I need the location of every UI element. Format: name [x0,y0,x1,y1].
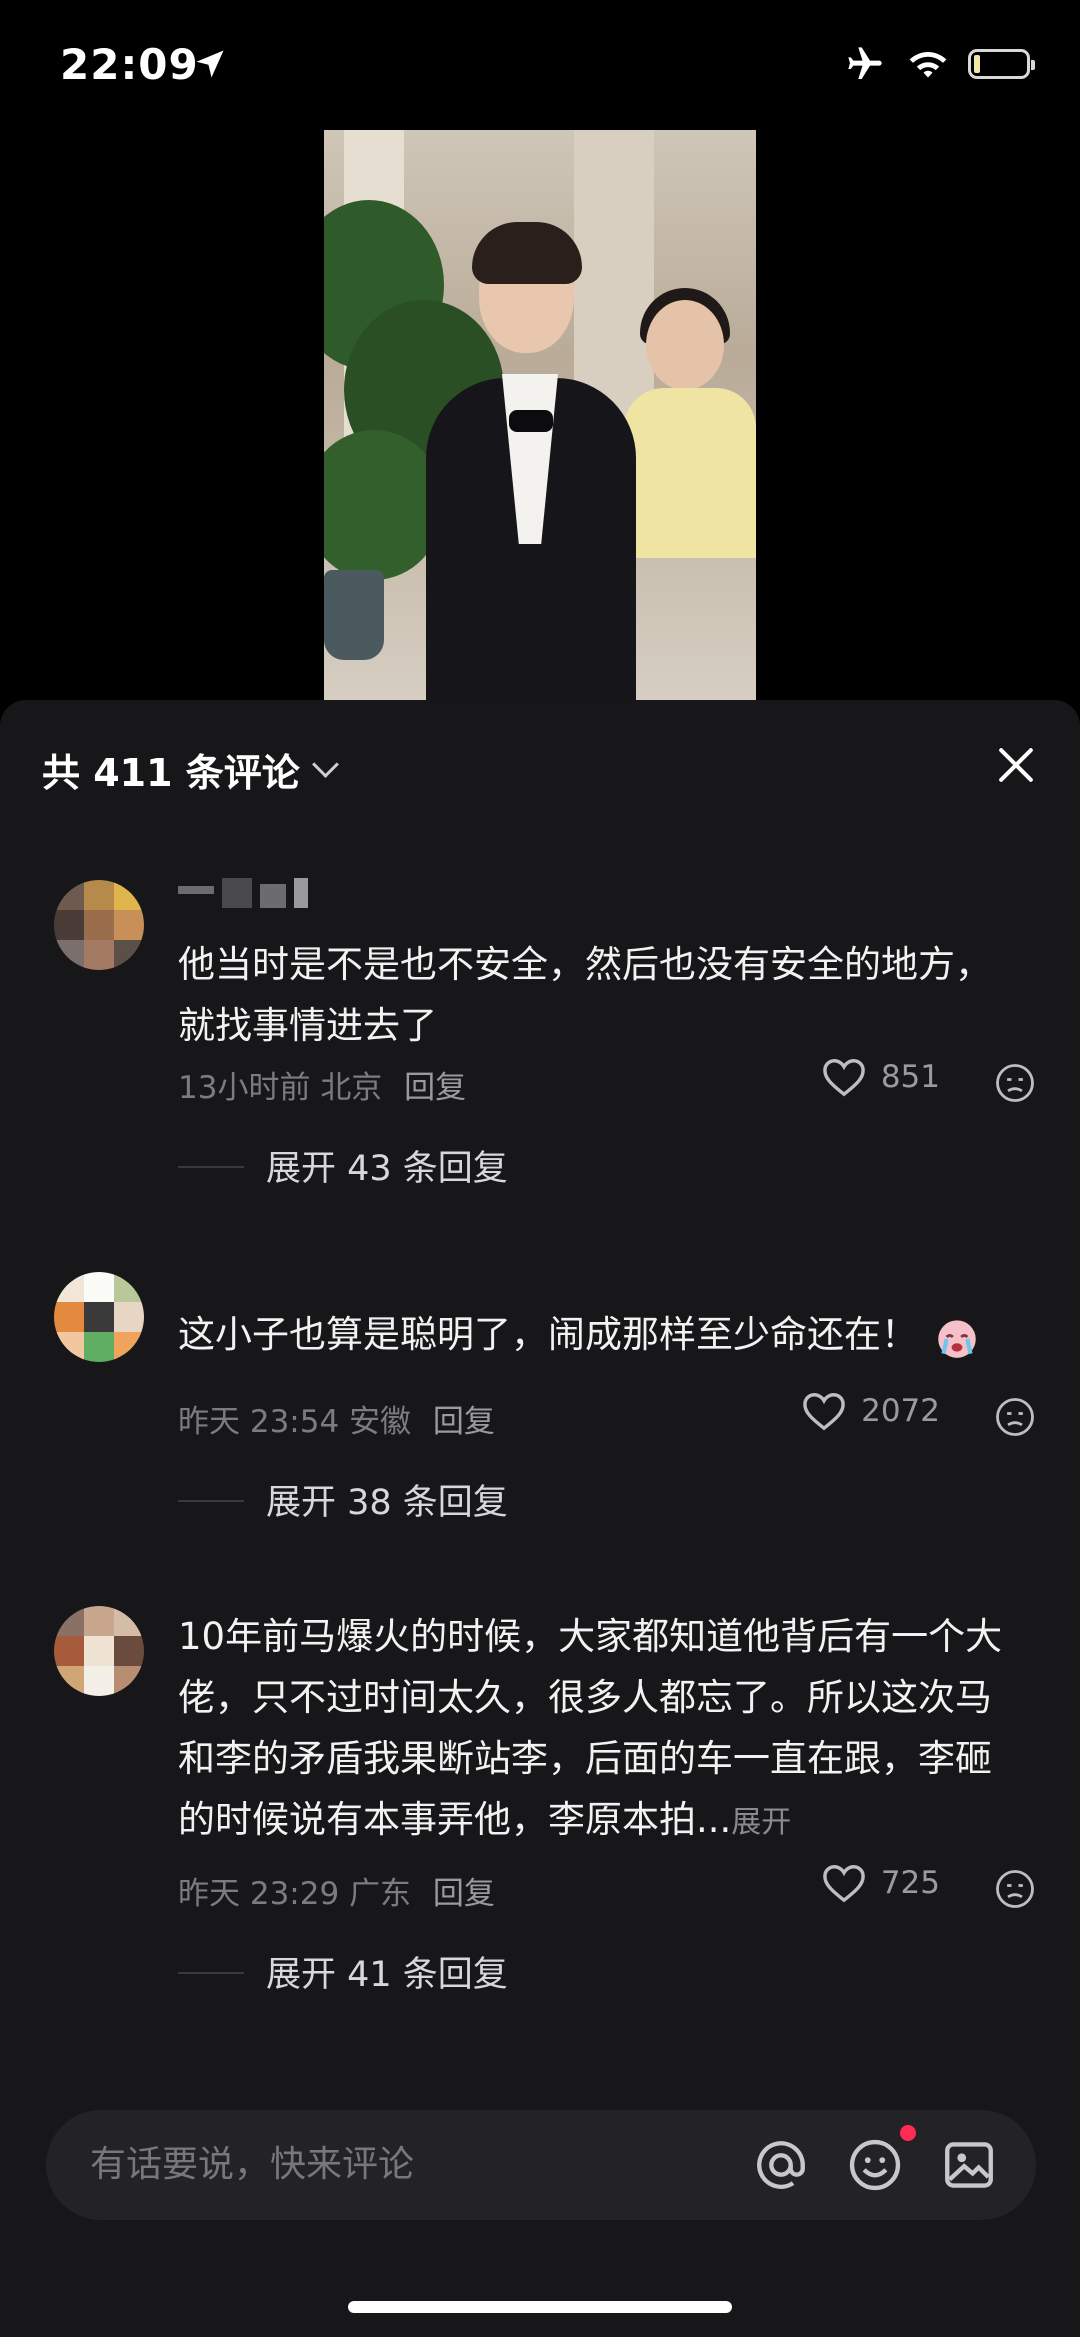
comment-text-content: 10年前马爆火的时候，大家都知道他背后有一个大佬，只不过时间太久，很多人都忘了。… [178,1615,1003,1841]
avatar[interactable] [54,1606,144,1696]
battery-icon [968,49,1035,79]
expand-divider [178,1972,244,1974]
video-player[interactable] [324,130,756,700]
reply-button[interactable]: 回复 [433,1876,495,1912]
image-icon[interactable] [940,2136,998,2194]
dislike-face-icon[interactable] [994,1062,1036,1104]
wifi-icon [909,52,947,78]
expand-replies-button[interactable]: 展开 38 条回复 [266,1474,508,1525]
airplane-icon [848,47,882,79]
comment-meta: 13小时前 北京 回复 [178,1062,466,1107]
close-icon[interactable] [990,740,1040,790]
reply-button[interactable]: 回复 [433,1404,495,1440]
username-blurred[interactable] [178,878,308,912]
expand-replies-button[interactable]: 展开 43 条回复 [266,1140,508,1191]
comment-time: 13小时前 [178,1070,311,1106]
comment-meta: 昨天 23:29 广东 回复 [178,1868,495,1913]
avatar[interactable] [54,1272,144,1362]
heart-icon [823,1865,865,1903]
comment-time: 昨天 23:54 [178,1404,340,1440]
like-count: 725 [880,1865,940,1901]
location-arrow-icon [196,50,224,78]
expand-divider [178,1166,244,1168]
comments-sheet: 共 411 条评论 他当时是不是也不安全，然后也没有安全的地方，就找事情进去了 … [0,700,1080,2337]
expand-divider [178,1500,244,1502]
comment-input[interactable]: 有话要说，快来评论 [90,2110,414,2220]
comment-text: 10年前马爆火的时候，大家都知道他背后有一个大佬，只不过时间太久，很多人都忘了。… [178,1606,1018,1853]
comment-text: 这小子也算是聪明了，闹成那样至少命还在！ [178,1304,1018,1365]
comment-time: 昨天 23:29 [178,1876,340,1912]
comment-location: 安徽 [349,1404,412,1440]
emoji-icon[interactable] [846,2136,904,2194]
at-icon[interactable] [752,2136,810,2194]
comment-text: 他当时是不是也不安全，然后也没有安全的地方，就找事情进去了 [178,943,992,1047]
status-time: 22:09 [60,40,199,89]
comment-text-content: 这小子也算是聪明了，闹成那样至少命还在！ [178,1313,918,1356]
heart-icon [823,1059,865,1097]
comment-count-selector[interactable]: 共 411 条评论 [42,742,339,797]
comment-meta: 昨天 23:54 安徽 回复 [178,1396,495,1441]
avatar[interactable] [54,880,144,970]
comment-location: 广东 [349,1876,412,1912]
like-button[interactable]: 2072 [801,1390,940,1432]
comment-input-bar[interactable]: 有话要说，快来评论 [46,2110,1036,2220]
status-bar: 22:09 [0,0,1080,130]
like-count: 2072 [861,1393,940,1429]
comments-header: 共 411 条评论 [0,700,1080,830]
comment-location: 北京 [320,1070,383,1106]
status-right-icons [842,44,1035,84]
like-button[interactable]: 725 [821,1862,940,1904]
crying-emoji-icon [938,1319,976,1358]
notification-dot [900,2125,916,2141]
dislike-face-icon[interactable] [994,1868,1036,1910]
like-count: 851 [880,1059,940,1095]
heart-icon [803,1393,845,1431]
dislike-face-icon[interactable] [994,1396,1036,1438]
reply-button[interactable]: 回复 [404,1070,466,1106]
home-indicator[interactable] [348,2301,732,2313]
like-button[interactable]: 851 [821,1056,940,1098]
expand-text-link[interactable]: 展开 [731,1805,791,1840]
chevron-down-icon [311,751,339,778]
expand-replies-button[interactable]: 展开 41 条回复 [266,1946,508,1997]
comment-count-label: 共 411 条评论 [42,751,300,795]
